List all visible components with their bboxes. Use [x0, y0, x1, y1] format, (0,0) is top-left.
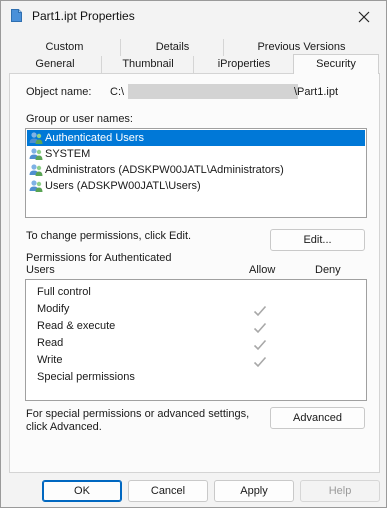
permissions-list[interactable]: Full control Modify Read & execute Read …	[25, 279, 367, 401]
file-icon	[11, 9, 22, 22]
cancel-button[interactable]: Cancel	[128, 480, 208, 502]
close-button[interactable]	[342, 1, 386, 32]
list-item-label: SYSTEM	[45, 148, 91, 160]
checkmark-icon	[253, 356, 267, 368]
help-button[interactable]: Help	[300, 480, 380, 502]
group-user-list[interactable]: Authenticated Users SYSTEM Administrator…	[25, 128, 367, 218]
tab-details[interactable]: Details	[120, 39, 224, 56]
advanced-text-line2: click Advanced.	[26, 421, 102, 433]
tab-iproperties[interactable]: iProperties	[193, 56, 294, 73]
permissions-for-label-line1: Permissions for Authenticated	[26, 252, 172, 264]
list-item-label: Administrators (ADSKPW00JATL\Administrat…	[45, 164, 284, 176]
permission-special: Special permissions	[37, 371, 135, 383]
permission-modify: Modify	[37, 303, 70, 315]
tab-custom[interactable]: Custom	[9, 39, 120, 56]
window-title: Part1.ipt Properties	[32, 9, 135, 23]
permission-write: Write	[37, 354, 63, 366]
checkmark-icon	[253, 339, 267, 351]
advanced-text-line1: For special permissions or advanced sett…	[26, 408, 250, 420]
checkmark-icon	[253, 305, 267, 317]
list-item-authenticated-users[interactable]: Authenticated Users	[27, 130, 365, 146]
apply-button[interactable]: Apply	[214, 480, 294, 502]
checkmark-icon	[253, 322, 267, 334]
permission-full-control: Full control	[37, 286, 91, 298]
properties-dialog: Part1.ipt Properties Custom Details Prev…	[0, 0, 387, 508]
permission-read-execute: Read & execute	[37, 320, 116, 332]
object-name-prefix: C:\	[110, 86, 125, 98]
title-bar: Part1.ipt Properties	[1, 1, 386, 32]
close-icon	[358, 11, 370, 22]
ok-button[interactable]: OK	[42, 480, 122, 502]
user-group-icon	[29, 132, 43, 144]
list-item-label: Authenticated Users	[45, 132, 145, 144]
user-group-icon	[29, 180, 43, 192]
list-item-users[interactable]: Users (ADSKPW00JATL\Users)	[27, 178, 365, 194]
deny-column-header: Deny	[315, 264, 341, 276]
user-group-icon	[29, 164, 43, 176]
permission-read: Read	[37, 337, 64, 349]
list-item-label: Users (ADSKPW00JATL\Users)	[45, 180, 201, 192]
redacted-path	[128, 84, 298, 99]
list-item-administrators[interactable]: Administrators (ADSKPW00JATL\Administrat…	[27, 162, 365, 178]
permissions-for-label-line2: Users	[26, 264, 55, 276]
tab-security[interactable]: Security	[293, 54, 379, 74]
tab-general[interactable]: General	[9, 56, 101, 73]
list-item-system[interactable]: SYSTEM	[27, 146, 365, 162]
edit-button[interactable]: Edit...	[270, 229, 365, 251]
groups-label: Group or user names:	[26, 113, 133, 125]
advanced-button[interactable]: Advanced	[270, 407, 365, 429]
allow-column-header: Allow	[249, 264, 276, 276]
object-name-label: Object name:	[26, 86, 92, 98]
change-permissions-text: To change permissions, click Edit.	[26, 230, 192, 242]
tab-thumbnail[interactable]: Thumbnail	[101, 56, 194, 73]
object-name-suffix: \Part1.ipt	[294, 86, 339, 98]
user-group-icon	[29, 148, 43, 160]
